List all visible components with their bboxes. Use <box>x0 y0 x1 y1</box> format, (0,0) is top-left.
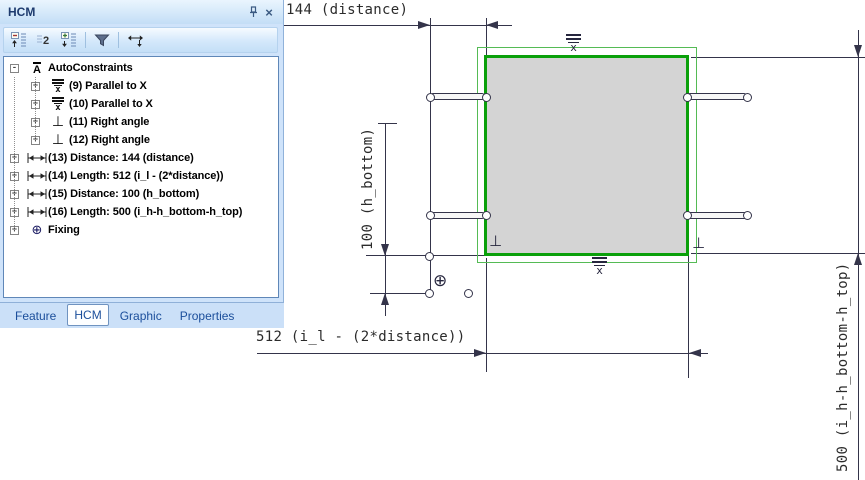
toolbar-separator <box>118 32 119 48</box>
application-window: x x ⊥ ⊥ ⊕ 144 (distance) 512 (i_l - (2*d… <box>0 0 865 480</box>
arrow-icon <box>418 21 430 29</box>
right-angle-icon <box>52 113 64 131</box>
autoconstraints-icon <box>33 62 41 75</box>
dimension-icon <box>27 207 47 217</box>
dimension-text-top[interactable]: 144 (distance) <box>286 2 408 18</box>
close-icon[interactable]: × <box>261 4 277 20</box>
arrow-icon <box>486 21 498 29</box>
dimension-text-left[interactable]: 100 (h_bottom) <box>360 122 376 250</box>
extension-line-square-right-bottom <box>688 256 689 378</box>
arrow-icon <box>689 349 701 357</box>
sketch-point[interactable] <box>482 93 491 102</box>
collapse-all-button[interactable] <box>8 30 30 50</box>
sketch-point[interactable] <box>426 211 435 220</box>
tree-item-autoconstraints[interactable]: - AutoConstraints <box>4 59 278 77</box>
fixing-anchor-marker[interactable]: ⊕ <box>433 273 447 290</box>
tree-item-distance-15[interactable]: + (15) Distance: 100 (h_bottom) <box>4 185 278 203</box>
dimension-text-bottom[interactable]: 512 (i_l - (2*distance)) <box>256 329 466 345</box>
dim-left-top-tick <box>378 123 397 124</box>
parallel-to-x-marker[interactable]: x <box>566 34 581 53</box>
extension-line-square-left-bottom <box>486 258 487 372</box>
right-angle-icon <box>52 131 64 149</box>
sketch-point[interactable] <box>683 211 692 220</box>
dim-line-left <box>385 123 386 316</box>
svg-text:2: 2 <box>43 35 49 47</box>
arrow-icon <box>381 293 389 305</box>
sketch-square[interactable] <box>484 55 689 256</box>
tree-item-parallel-10[interactable]: + (10) Parallel to X <box>4 95 278 113</box>
expand-all-button[interactable] <box>58 30 80 50</box>
extension-line-top-right <box>691 57 865 58</box>
dimension-icon <box>27 171 47 181</box>
arrow-icon <box>474 349 486 357</box>
tab-properties[interactable]: Properties <box>173 306 242 326</box>
tree-expand-toggle[interactable]: - <box>10 63 19 73</box>
tab-feature[interactable]: Feature <box>8 306 63 326</box>
sketch-point[interactable] <box>743 211 752 220</box>
dim-line-top <box>283 25 512 26</box>
extension-line-bottom-right <box>691 253 865 254</box>
connector-rod[interactable] <box>687 212 747 219</box>
toolbar-separator <box>85 32 86 48</box>
tab-graphic[interactable]: Graphic <box>113 306 169 326</box>
tree-item-fixing[interactable]: + Fixing <box>4 221 278 239</box>
extension-line-baseline <box>370 293 425 294</box>
tree-item-distance-13[interactable]: + (13) Distance: 144 (distance) <box>4 149 278 167</box>
parallel-to-x-marker[interactable]: x <box>592 257 607 276</box>
parallel-to-x-icon <box>52 96 64 112</box>
panel-tab-bar: Feature HCM Graphic Properties <box>0 302 284 328</box>
panel-titlebar: HCM × <box>0 0 283 24</box>
parallel-to-x-icon <box>52 78 64 94</box>
tree-item-right-angle-11[interactable]: + (11) Right angle <box>4 113 278 131</box>
pin-icon[interactable] <box>245 4 261 20</box>
sketch-point[interactable] <box>482 211 491 220</box>
pan-arrows-button[interactable] <box>124 30 146 50</box>
tree-connector <box>14 77 15 230</box>
expand-to-level-2-button[interactable]: 2 <box>33 30 55 50</box>
sketch-point[interactable] <box>425 252 434 261</box>
right-angle-marker[interactable]: ⊥ <box>489 234 502 249</box>
dimension-text-right[interactable]: 500 (i_h-h_bottom-h_top) <box>835 260 851 473</box>
sketch-point[interactable] <box>464 289 473 298</box>
right-angle-marker[interactable]: ⊥ <box>692 236 705 251</box>
sketch-point[interactable] <box>743 93 752 102</box>
sketch-point[interactable] <box>426 93 435 102</box>
panel-title: HCM <box>8 5 36 19</box>
filter-button[interactable] <box>91 30 113 50</box>
tree-item-parallel-9[interactable]: + (9) Parallel to X <box>4 77 278 95</box>
sketch-point[interactable] <box>683 93 692 102</box>
connector-rod[interactable] <box>430 212 485 219</box>
connector-rod[interactable] <box>430 93 485 100</box>
connector-rod[interactable] <box>687 93 747 100</box>
arrow-icon <box>854 253 862 265</box>
arrow-icon <box>854 45 862 57</box>
tree-item-length-14[interactable]: + (14) Length: 512 (i_l - (2*distance)) <box>4 167 278 185</box>
dimension-icon <box>27 153 47 163</box>
tree-item-right-angle-12[interactable]: + (12) Right angle <box>4 131 278 149</box>
dimension-icon <box>27 189 47 199</box>
tab-hcm[interactable]: HCM <box>67 304 109 326</box>
fixing-icon <box>32 221 43 239</box>
tree-connector <box>35 77 36 140</box>
arrow-icon <box>381 244 389 256</box>
constraint-tree: - AutoConstraints + (9) Parallel to X + … <box>3 56 279 298</box>
hcm-panel: HCM × 2 - A AutoConstraints + x (9) Para… <box>0 0 284 328</box>
tree-item-length-16[interactable]: + (16) Length: 500 (i_h-h_bottom-h_top) <box>4 203 278 221</box>
panel-toolbar: 2 <box>3 27 278 53</box>
